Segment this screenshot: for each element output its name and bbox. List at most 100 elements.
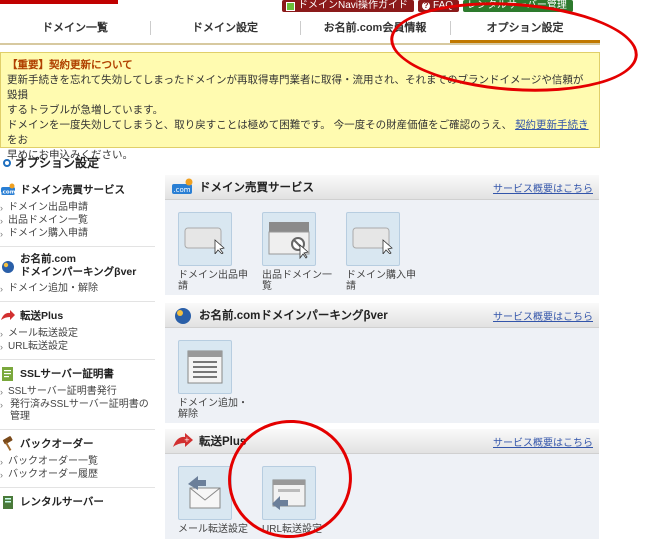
forward-arrow-icon — [1, 310, 15, 320]
url-forward-icon — [272, 479, 306, 510]
trade-tiles: ドメイン出品申請 出品ドメイン一覧 ドメイン購入申請 — [165, 200, 599, 292]
sidebar-item-ssl-issue[interactable]: SSLサーバー証明書発行 — [0, 386, 155, 398]
buy-button-icon — [352, 227, 393, 254]
tile-url-forward[interactable]: URL転送設定 — [262, 466, 322, 535]
brand-strip — [0, 0, 118, 4]
sidebar-item-ssl-manage[interactable]: 発行済みSSLサーバー証明書の管理 — [0, 399, 155, 423]
sidebar-item-label: SSLサーバー証明書発行 — [8, 386, 117, 397]
renewal-link[interactable]: 契約更新手続き — [515, 119, 589, 131]
sidebar-group-parking: お名前.comドメインパーキングβver ドメイン追加・解除 — [0, 247, 155, 302]
forward-arrow-icon: + — [173, 433, 193, 447]
tile-mail-forward[interactable]: メール転送設定 — [178, 466, 248, 535]
tab-domain-list[interactable]: ドメイン一覧 — [0, 13, 150, 43]
navi-guide-button[interactable]: ドメインNavi操作ガイド — [282, 0, 415, 12]
tab-domain-settings[interactable]: ドメイン設定 — [150, 13, 300, 43]
tile-listing-list[interactable]: 出品ドメイン一覧 — [262, 212, 332, 292]
sidebar-group-backorder: バックオーダー バックオーダー一覧 バックオーダー履歴 — [0, 430, 155, 488]
sidebar-head-ssl-label: SSLサーバー証明書 — [20, 367, 114, 380]
tile-parking-add[interactable]: ドメイン追加・ 解除 — [178, 340, 248, 420]
tile-label-line2: 請 — [346, 281, 356, 292]
com-icon: .com — [172, 178, 193, 194]
tile-label-line1: ドメイン追加・ — [178, 398, 248, 409]
tile-label-line2: 覧 — [262, 281, 272, 292]
sidebar-head-parking[interactable]: お名前.com ドメインパーキングβver — [0, 247, 155, 283]
trade-overview-link[interactable]: サービス概要はこちら — [493, 180, 593, 195]
sidebar-item-parking-add[interactable]: ドメイン追加・解除 — [0, 283, 155, 295]
tile-label-line2: 請 — [178, 281, 188, 292]
panel-head-parking: お名前.comドメインパーキングβver サービス概要はこちら — [165, 303, 599, 328]
sidebar-group-forward: 転送Plus メール転送設定 URL転送設定 — [0, 302, 155, 360]
tab-member-info[interactable]: お名前.com会員情報 — [300, 13, 450, 43]
panel-domain-trade: .com ドメイン売買サービス サービス概要はこちら ドメイン出品申請 出品ドメ… — [165, 175, 599, 295]
notice-line-2: するトラブルが急増しています。 — [7, 104, 164, 116]
sidebar-item-label: ドメイン出品申請 — [8, 202, 88, 213]
sidebar-item-mail-forward[interactable]: メール転送設定 — [0, 328, 155, 340]
sidebar-head-rental-label: レンタルサーバー — [20, 495, 104, 508]
tile-thumb — [178, 466, 232, 520]
gavel-icon — [2, 436, 13, 451]
sidebar-head-forward[interactable]: 転送Plus — [0, 302, 155, 328]
sidebar-item-label: URL転送設定 — [8, 341, 69, 352]
sidebar-item-label: ドメイン追加・解除 — [8, 283, 98, 294]
sidebar-item-backorder-history[interactable]: バックオーダー履歴 — [0, 469, 155, 481]
list-window-icon — [187, 350, 223, 384]
parking-tiles: ドメイン追加・ 解除 — [165, 328, 599, 420]
rental-server-button[interactable]: レンタルサーバー管理 — [463, 0, 573, 12]
panel-forward-plus: + 転送Plus サービス概要はこちら メール転送設定 URL転送設定 — [165, 429, 599, 539]
sidebar-item-backorder-list[interactable]: バックオーダー一覧 — [0, 456, 155, 468]
renewal-notice: 【重要】契約更新について 更新手続きを忘れて失効してしまったドメインが再取得専門… — [0, 52, 600, 161]
rental-server-label: レンタルサーバー管理 — [467, 0, 567, 11]
mail-forward-icon — [188, 476, 221, 509]
tile-thumb — [346, 212, 400, 266]
tile-listing-request[interactable]: ドメイン出品申請 — [178, 212, 248, 292]
notice-line-3: ドメインを一度失効してしまうと、取り戻すことは極めて困難です。 今一度その財産価… — [7, 118, 593, 148]
notice-line-1: 更新手続きを忘れて失効してしまったドメインが再取得専門業者に取得・流用され、それ… — [7, 74, 584, 101]
sidebar-item-label: バックオーダー一覧 — [8, 456, 98, 467]
server-icon — [3, 496, 13, 509]
sidebar-item-listing-list[interactable]: 出品ドメイン一覧 — [0, 215, 155, 227]
tile-label-line1: 出品ドメイン一 — [262, 270, 332, 281]
sidebar-head-backorder[interactable]: バックオーダー — [0, 430, 155, 456]
sidebar-item-label: ドメイン購入申請 — [8, 228, 88, 239]
page-title-text: オプション設定 — [15, 156, 100, 170]
parking-icon — [175, 308, 191, 324]
tile-thumb — [262, 466, 316, 520]
sidebar-head-parking-line1: お名前.com — [20, 253, 77, 265]
sidebar-head-parking-line2: ドメインパーキングβver — [20, 266, 137, 278]
sidebar-head-parking-label: お名前.com ドメインパーキングβver — [20, 253, 136, 279]
notice-title: 【重要】契約更新について — [7, 59, 133, 71]
sidebar-item-url-forward[interactable]: URL転送設定 — [0, 341, 155, 353]
sidebar-head-rental[interactable]: レンタルサーバー — [0, 488, 155, 514]
tile-label: ドメイン購入申請 — [346, 270, 418, 292]
sidebar-item-label-line2: 管理 — [10, 411, 30, 422]
sidebar-item-label: 出品ドメイン一覧 — [8, 215, 88, 226]
sidebar-item-label-line1: 発行済みSSLサーバー証明書の — [10, 399, 149, 410]
notice-line-3-text: ドメインを一度失効してしまうと、取り戻すことは極めて困難です。 今一度その財産価… — [7, 119, 516, 131]
tile-purchase-request[interactable]: ドメイン購入申請 — [346, 212, 416, 292]
tile-thumb — [178, 212, 232, 266]
sidebar-head-ssl[interactable]: SSLサーバー証明書 — [0, 360, 155, 386]
sidebar-head-trade-label: ドメイン売買サービス — [20, 183, 125, 196]
sidebar-group-ssl: SSLサーバー証明書 SSLサーバー証明書発行 発行済みSSLサーバー証明書の管… — [0, 360, 155, 430]
tile-label-line2: 解除 — [178, 409, 198, 420]
page-title: オプション設定 — [3, 154, 99, 171]
sidebar-head-backorder-label: バックオーダー — [20, 437, 94, 450]
sidebar-item-purchase-request[interactable]: ドメイン購入申請 — [0, 228, 155, 240]
certificate-icon — [2, 367, 13, 381]
ring-bullet-icon — [3, 158, 11, 167]
question-icon: ? — [422, 1, 431, 10]
parking-overview-link[interactable]: サービス概要はこちら — [493, 308, 593, 323]
sidebar-head-trade[interactable]: .com ドメイン売買サービス — [0, 176, 155, 202]
tile-label: URL転送設定 — [262, 524, 323, 535]
guide-book-icon — [286, 1, 295, 11]
panel-domain-parking: お名前.comドメインパーキングβver サービス概要はこちら ドメイン追加・解… — [165, 303, 599, 423]
tab-option-settings[interactable]: オプション設定 — [450, 13, 600, 43]
panel-head-trade: .com ドメイン売買サービス サービス概要はこちら — [165, 175, 599, 200]
faq-button[interactable]: ? FAQ — [418, 0, 460, 12]
faq-label: FAQ — [433, 0, 454, 11]
forward-overview-link[interactable]: サービス概要はこちら — [493, 434, 593, 449]
sidebar-item-listing-request[interactable]: ドメイン出品申請 — [0, 202, 155, 214]
parking-icon — [2, 261, 14, 273]
sidebar-head-forward-label: 転送Plus — [20, 309, 64, 322]
tile-label: ドメイン追加・ 解除 — [178, 398, 250, 420]
